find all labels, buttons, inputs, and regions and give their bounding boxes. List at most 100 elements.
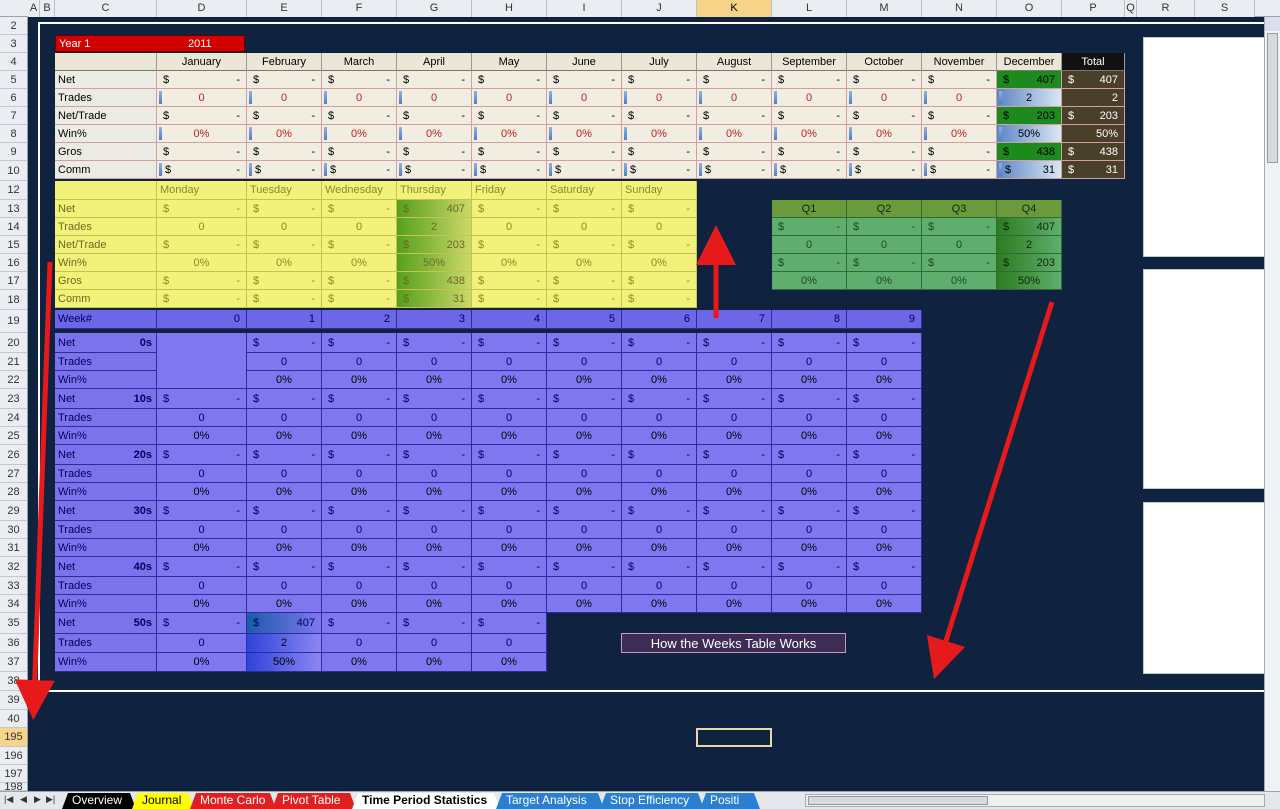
row-header-39[interactable]: 39	[0, 691, 27, 710]
sheet-tab-stop-efficiency[interactable]: Stop Efficiency	[600, 793, 704, 809]
quarter-cell-q3[interactable]: 0%	[922, 272, 997, 290]
week-cell-20s-6[interactable]: 0%	[622, 483, 697, 501]
week-cell-40s-0[interactable]: 0%	[157, 595, 247, 613]
monthly-cell-april[interactable]: $ -	[397, 71, 472, 89]
week-row-label[interactable]: Trades	[55, 353, 157, 371]
daily-cell-thursday[interactable]: $438	[397, 272, 472, 290]
tab-prev-icon[interactable]: ◀	[20, 794, 27, 805]
week-cell-0s-8[interactable]: 0	[772, 353, 847, 371]
daily-cell-thursday[interactable]: 2	[397, 218, 472, 236]
monthly-cell-august[interactable]: 0%	[697, 125, 772, 143]
quarter-cell-q1[interactable]: $ -	[772, 218, 847, 236]
monthly-cell-september[interactable]: $ -	[772, 107, 847, 125]
week-cell-20s-5[interactable]: 0	[547, 465, 622, 483]
week-cell-0s-6[interactable]: $ -	[622, 333, 697, 353]
week-cell-40s-2[interactable]: 0%	[322, 595, 397, 613]
week-cell-0s-4[interactable]: 0%	[472, 371, 547, 389]
monthly-cell-february[interactable]: $ -	[247, 143, 322, 161]
week-row-label[interactable]: Net 20s	[55, 445, 157, 465]
monthly-corner[interactable]	[55, 53, 157, 71]
week-cell-0s-6[interactable]: 0%	[622, 371, 697, 389]
week-row-label[interactable]: Trades	[55, 577, 157, 595]
day-header-saturday[interactable]: Saturday	[547, 181, 622, 200]
week-cell-40s-1[interactable]: 0%	[247, 595, 322, 613]
week-row-label[interactable]: Win%	[55, 483, 157, 501]
month-header-april[interactable]: April	[397, 53, 472, 71]
week-cell-10s-3[interactable]: 0	[397, 409, 472, 427]
week-column-9[interactable]: 9	[847, 310, 922, 329]
sheet-tab-monte-carlo[interactable]: Monte Carlo	[190, 793, 276, 809]
monthly-cell-may[interactable]: $ -	[472, 71, 547, 89]
chart-panel-3[interactable]	[1143, 502, 1265, 674]
quarter-cell-q4[interactable]: 2	[997, 236, 1062, 254]
weeks-table-help-button[interactable]: How the Weeks Table Works	[621, 633, 846, 653]
week-cell-10s-2[interactable]: $ -	[322, 389, 397, 409]
sheet-tab-positi[interactable]: Positi	[700, 793, 760, 809]
daily-cell-monday[interactable]: $ -	[157, 236, 247, 254]
row-header-20[interactable]: 20	[0, 333, 27, 353]
daily-cell-friday[interactable]: $ -	[472, 290, 547, 308]
monthly-cell-february[interactable]: $ -	[247, 71, 322, 89]
daily-cell-tuesday[interactable]: $ -	[247, 200, 322, 218]
row-header-34[interactable]: 34	[0, 595, 27, 613]
week-cell-20s-1[interactable]: 0	[247, 465, 322, 483]
monthly-cell-june[interactable]: $ -	[547, 71, 622, 89]
monthly-cell-march[interactable]: $ -	[322, 143, 397, 161]
week-cell-0s-2[interactable]: $ -	[322, 333, 397, 353]
week-cell-40s-6[interactable]: 0	[622, 577, 697, 595]
monthly-cell-december[interactable]: 50%	[997, 125, 1062, 143]
chart-panel-2[interactable]	[1143, 269, 1265, 489]
week-cell-30s-0[interactable]: 0%	[157, 539, 247, 557]
column-header-h[interactable]: H	[472, 0, 547, 17]
week-cell-40s-5[interactable]: 0	[547, 577, 622, 595]
week-cell-40s-9[interactable]: $ -	[847, 557, 922, 577]
monthly-cell-april[interactable]: $ -	[397, 107, 472, 125]
row-header-32[interactable]: 32	[0, 557, 27, 577]
week-cell-50s-4[interactable]: $ -	[472, 613, 547, 634]
month-header-september[interactable]: September	[772, 53, 847, 71]
monthly-cell-november[interactable]: $ -	[922, 143, 997, 161]
daily-corner[interactable]	[55, 181, 157, 200]
monthly-cell-july[interactable]: $ -	[622, 107, 697, 125]
week-cell-40s-8[interactable]: 0%	[772, 595, 847, 613]
column-header-o[interactable]: O	[997, 0, 1062, 17]
week-cell-40s-1[interactable]: $ -	[247, 557, 322, 577]
row-header-9[interactable]: 9	[0, 143, 27, 161]
quarter-cell-q2[interactable]: 0	[847, 236, 922, 254]
monthly-cell-october[interactable]: $ -	[847, 71, 922, 89]
quarter-header-q4[interactable]: Q4	[997, 200, 1062, 218]
monthly-cell-july[interactable]: $ -	[622, 161, 697, 179]
row-header-33[interactable]: 33	[0, 577, 27, 595]
week-cell-0s-2[interactable]: 0%	[322, 371, 397, 389]
row-header-8[interactable]: 8	[0, 125, 27, 143]
monthly-cell-november[interactable]: $ -	[922, 107, 997, 125]
daily-cell-sunday[interactable]: $ -	[622, 272, 697, 290]
week-cell-10s-7[interactable]: 0%	[697, 427, 772, 445]
column-header-k[interactable]: K	[697, 0, 772, 17]
monthly-cell-june[interactable]: 0%	[547, 125, 622, 143]
week-cell-50s-3[interactable]: 0%	[397, 653, 472, 672]
daily-cell-wednesday[interactable]: $ -	[322, 290, 397, 308]
row-header-30[interactable]: 30	[0, 521, 27, 539]
daily-cell-friday[interactable]: $ -	[472, 236, 547, 254]
week-cell-30s-9[interactable]: 0%	[847, 539, 922, 557]
week-cell-10s-4[interactable]: $ -	[472, 389, 547, 409]
week-cell-50s-4[interactable]: 0	[472, 634, 547, 653]
daily-cell-sunday[interactable]: $ -	[622, 236, 697, 254]
week-cell-50s-1[interactable]: 2	[247, 634, 322, 653]
week-cell-10s-2[interactable]: 0%	[322, 427, 397, 445]
week-cell-40s-7[interactable]: $ -	[697, 557, 772, 577]
weeks-header-label[interactable]: Week#	[55, 310, 157, 329]
monthly-cell-june[interactable]: 0	[547, 89, 622, 107]
daily-cell-wednesday[interactable]: $ -	[322, 236, 397, 254]
month-header-march[interactable]: March	[322, 53, 397, 71]
tab-last-icon[interactable]: ▶|	[46, 794, 55, 805]
daily-cell-saturday[interactable]: 0%	[547, 254, 622, 272]
horizontal-scroll-thumb[interactable]	[808, 796, 988, 805]
week-cell-30s-5[interactable]: 0	[547, 521, 622, 539]
week-cell-0s-7[interactable]: 0	[697, 353, 772, 371]
column-header-p[interactable]: P	[1062, 0, 1125, 17]
monthly-cell-november[interactable]: $ -	[922, 71, 997, 89]
row-header-195[interactable]: 195	[0, 728, 27, 747]
daily-cell-tuesday[interactable]: 0	[247, 218, 322, 236]
